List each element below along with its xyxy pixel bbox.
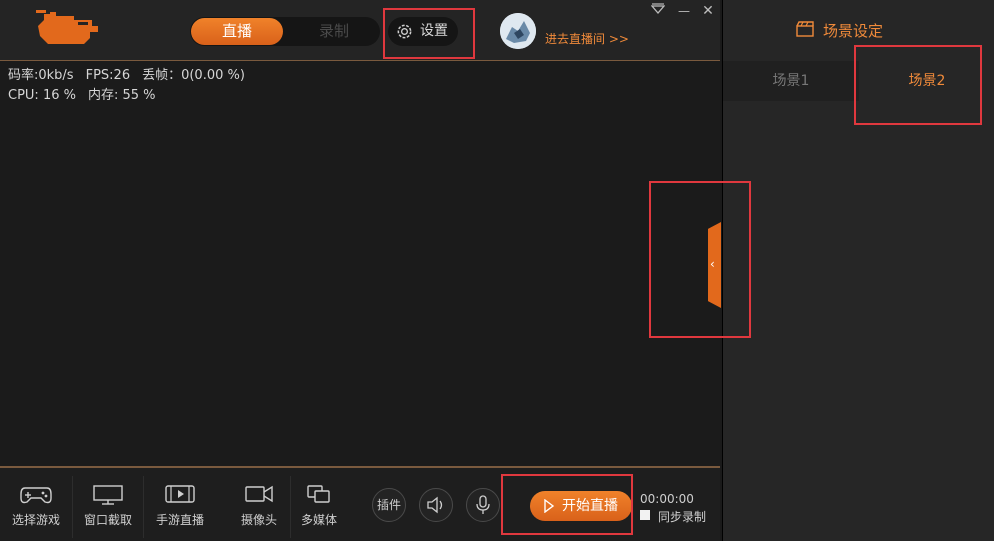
- mobile-live-label: 手游直播: [155, 513, 204, 527]
- monitor-icon: [93, 485, 123, 505]
- settings-label: 设置: [420, 23, 448, 39]
- logo-icon: [36, 10, 98, 44]
- speaker-button[interactable]: [419, 488, 453, 522]
- fps-stat: FPS:26: [85, 68, 131, 83]
- multimedia-button[interactable]: 多媒体: [291, 468, 347, 541]
- tab-record[interactable]: 录制: [288, 18, 380, 45]
- close-icon[interactable]: ✕: [698, 2, 718, 20]
- collapse-panel-tab[interactable]: ‹: [708, 222, 721, 308]
- scene-panel: 场景设定 场景1 场景2: [722, 0, 994, 541]
- sync-record-label: 同步录制: [658, 510, 707, 524]
- top-bar: 直播 录制 设置 进去直播间 >> — ✕: [0, 0, 720, 61]
- bitrate-stat: 码率:0kb/s: [8, 68, 74, 83]
- dropped-frames-stat: 丢帧：0(0.00 %): [142, 68, 245, 83]
- enter-room-link[interactable]: 进去直播间 >>: [545, 30, 629, 47]
- settings-button[interactable]: 设置: [388, 17, 458, 46]
- speaker-icon: [427, 496, 443, 514]
- plugin-button[interactable]: 插件: [372, 488, 406, 522]
- multimedia-icon: [307, 485, 330, 503]
- tab-scene-2[interactable]: 场景2: [859, 61, 994, 101]
- tab-scene-1[interactable]: 场景1: [723, 61, 859, 101]
- sync-record-checkbox[interactable]: [640, 510, 650, 520]
- start-live-button[interactable]: 开始直播: [530, 491, 632, 521]
- window-capture-button[interactable]: 窗口截取: [73, 468, 143, 541]
- cpu-stat: CPU: 16 %: [8, 88, 76, 103]
- main-panel: 直播 录制 设置 进去直播间 >> — ✕ 码率:0kb/s FPS:26 丢帧：0: [0, 0, 721, 541]
- multimedia-label: 多媒体: [300, 513, 337, 527]
- live-timer: 00:00:00: [640, 492, 694, 506]
- mobile-play-icon: [165, 485, 195, 503]
- gear-icon: [397, 24, 412, 39]
- tab-live[interactable]: 直播: [191, 18, 283, 45]
- camera-label: 摄像头: [240, 513, 277, 527]
- play-icon: [544, 499, 555, 513]
- dropdown-icon[interactable]: [648, 2, 668, 20]
- avatar-image: [500, 13, 536, 49]
- clapperboard-icon: [796, 21, 814, 37]
- select-game-button[interactable]: 选择游戏: [0, 468, 72, 541]
- microphone-icon: [476, 495, 490, 514]
- stream-stats: 码率:0kb/s FPS:26 丢帧：0(0.00 %) CPU: 16 % 内存: …: [8, 66, 257, 106]
- camera-icon: [245, 485, 273, 503]
- chevron-left-icon: ‹: [710, 257, 715, 271]
- scene-tabs: 场景1 场景2: [723, 61, 994, 101]
- start-live-label: 开始直播: [562, 498, 618, 514]
- mobile-live-button[interactable]: 手游直播: [144, 468, 216, 541]
- select-game-label: 选择游戏: [11, 513, 60, 527]
- minimize-icon[interactable]: —: [674, 2, 694, 20]
- memory-stat: 内存: 55 %: [87, 88, 156, 103]
- scene-panel-header: 场景设定: [723, 0, 994, 60]
- microphone-button[interactable]: [466, 488, 500, 522]
- window-capture-label: 窗口截取: [83, 513, 132, 527]
- gamepad-icon: [20, 487, 52, 504]
- scene-panel-title: 场景设定: [823, 22, 884, 40]
- camera-button[interactable]: 摄像头: [228, 468, 290, 541]
- bottom-toolbar: 选择游戏 窗口截取 手游直播 摄像头 多媒体 插件 开始直播 00:00:00 …: [0, 466, 720, 541]
- mode-switch: 直播 录制: [190, 17, 380, 46]
- avatar[interactable]: [500, 13, 536, 49]
